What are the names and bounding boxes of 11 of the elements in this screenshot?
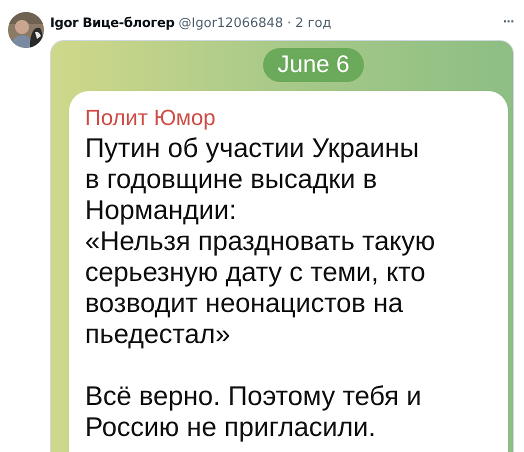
post-time[interactable]: 2 год <box>295 16 332 31</box>
message-text: Путин об участии Украины в годовщине высадки в Нормандии: «Нельзя праздновать такую серьезную дату с теми, кто возводит неонацистов на пьедестал» <box>85 133 436 350</box>
more-button[interactable]: ··· <box>503 14 514 28</box>
date-badge: June 6 <box>263 48 364 82</box>
author-handle[interactable]: @Igor12066848 <box>178 16 284 31</box>
message-text: Всё верно. Поэтому тебя и Россию не пригласили. <box>85 381 422 443</box>
channel-name: Полит Юмор <box>85 105 216 131</box>
chat-screenshot[interactable] <box>50 40 514 452</box>
avatar-icon[interactable] <box>8 12 44 48</box>
separator-dot: · <box>287 16 292 31</box>
author-name[interactable]: Igor Вице-блогер <box>50 16 175 31</box>
